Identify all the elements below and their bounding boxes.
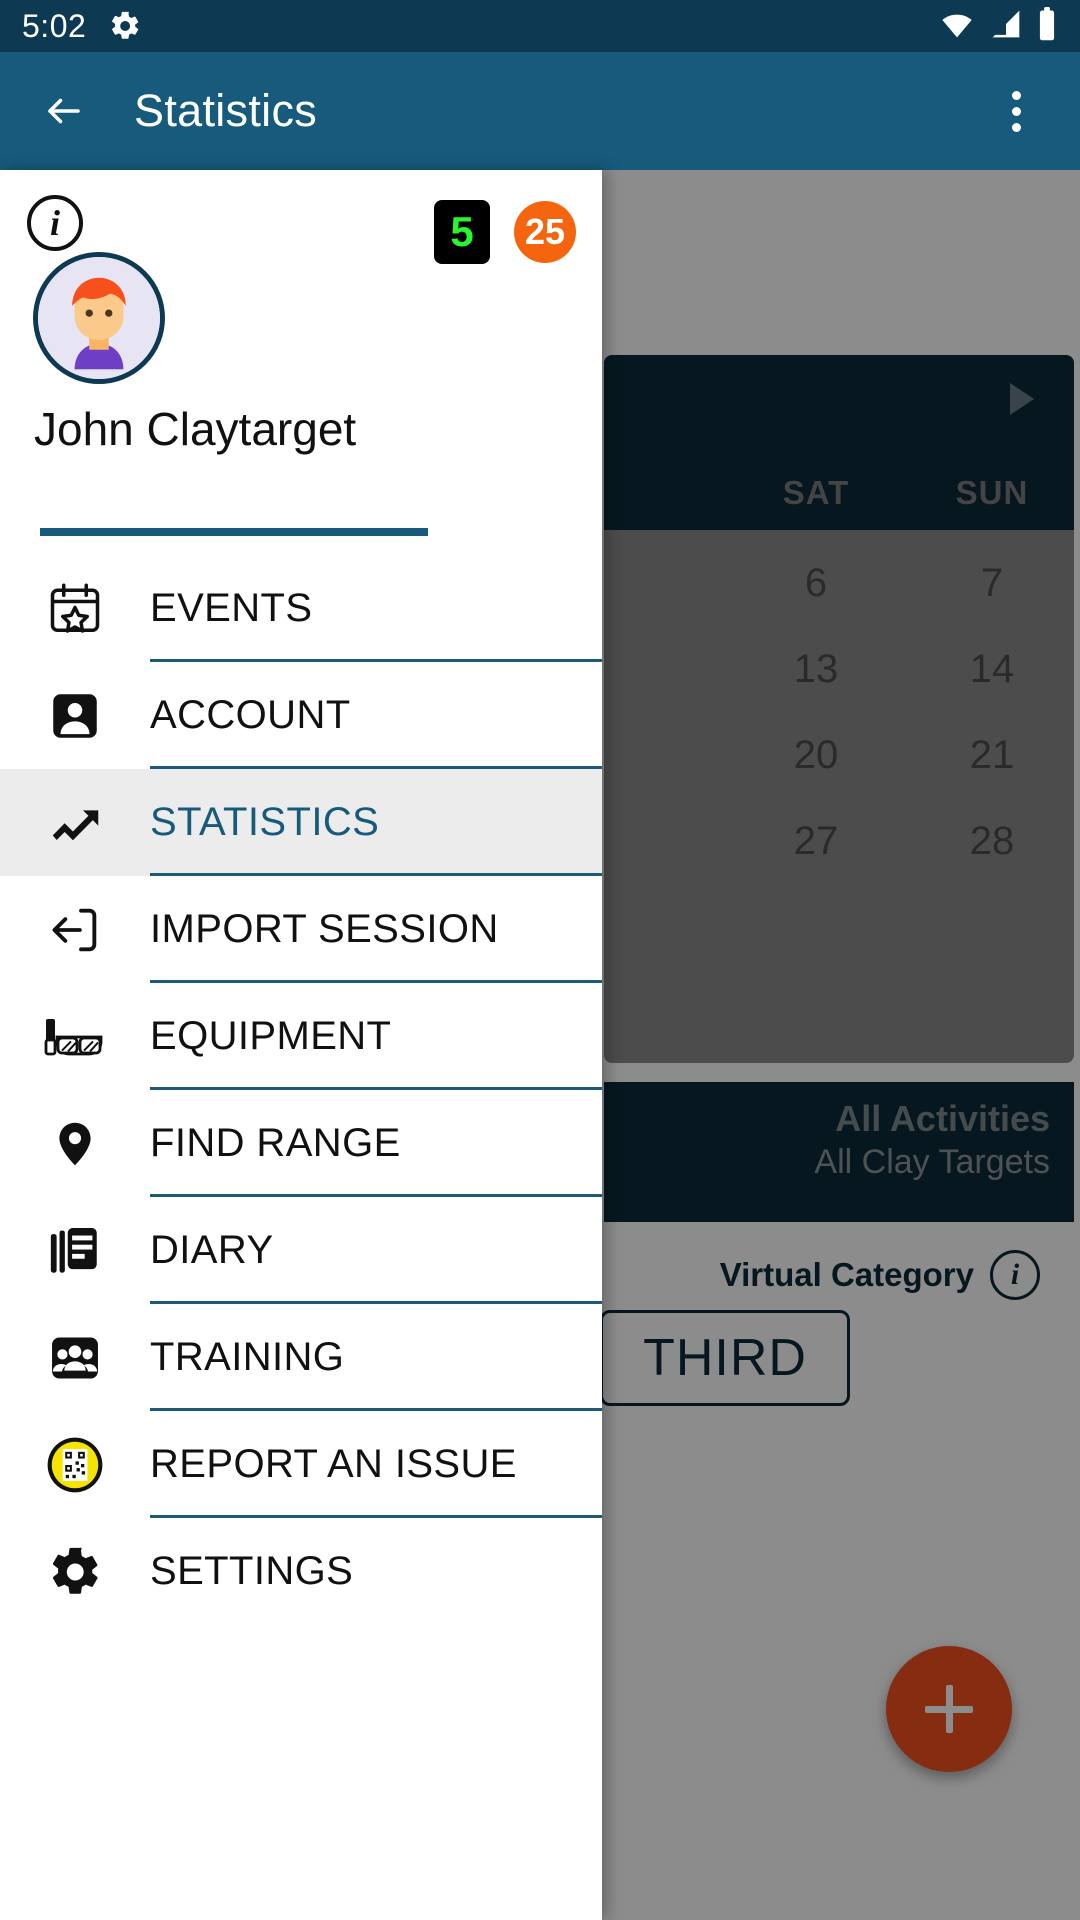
overflow-menu-icon[interactable] — [980, 75, 1052, 147]
gear-icon — [0, 1518, 150, 1625]
navigation-drawer: i 5 25 John Claytarget EVENTS ACCOUNT ST… — [0, 170, 602, 1920]
battery-icon — [1036, 6, 1058, 46]
drawer-item-label: FIND RANGE — [150, 1121, 401, 1165]
drawer-item-label: SETTINGS — [150, 1549, 354, 1593]
trending-up-icon — [0, 769, 150, 876]
import-arrow-icon — [0, 876, 150, 983]
drawer-item-label: DIARY — [150, 1228, 274, 1272]
gear-icon — [108, 9, 142, 43]
score-badge[interactable]: 5 — [434, 200, 490, 264]
app-bar: Statistics — [0, 52, 1080, 170]
status-bar-clock: 5:02 — [22, 7, 87, 44]
drawer-item-settings[interactable]: SETTINGS — [0, 1518, 602, 1625]
drawer-item-label: ACCOUNT — [150, 693, 351, 737]
back-arrow-icon[interactable] — [28, 75, 100, 147]
drawer-item-label: EVENTS — [150, 586, 313, 630]
drawer-item-label: IMPORT SESSION — [150, 907, 499, 951]
drawer-item-events[interactable]: EVENTS — [0, 555, 602, 662]
info-icon[interactable]: i — [27, 195, 83, 251]
map-pin-icon — [0, 1090, 150, 1197]
people-group-icon — [0, 1304, 150, 1411]
drawer-item-label: STATISTICS — [150, 800, 380, 844]
calendar-star-icon — [0, 555, 150, 662]
drawer-item-statistics[interactable]: STATISTICS — [0, 769, 602, 876]
drawer-item-import-session[interactable]: IMPORT SESSION — [0, 876, 602, 983]
drawer-item-label: TRAINING — [150, 1335, 345, 1379]
status-bar: 5:02 — [0, 0, 1080, 52]
drawer-item-label: EQUIPMENT — [150, 1014, 392, 1058]
avatar[interactable] — [33, 252, 165, 384]
safety-glasses-icon — [0, 983, 150, 1090]
page-title: Statistics — [134, 85, 318, 136]
cellular-signal-icon — [988, 8, 1024, 45]
drawer-item-diary[interactable]: DIARY — [0, 1197, 602, 1304]
qr-code-badge-icon — [0, 1411, 150, 1518]
status-bar-indicators — [938, 6, 1058, 46]
library-books-icon — [0, 1197, 150, 1304]
wifi-icon — [938, 8, 976, 45]
screen-root: SAT SUN 6 7 13 14 20 21 27 28 All Activi… — [0, 0, 1080, 1920]
drawer-item-account[interactable]: ACCOUNT — [0, 662, 602, 769]
count-badge[interactable]: 25 — [514, 201, 576, 263]
drawer-badges: 5 25 — [434, 200, 576, 264]
drawer-item-label: REPORT AN ISSUE — [150, 1442, 517, 1486]
drawer-item-training[interactable]: TRAINING — [0, 1304, 602, 1411]
drawer-item-find-range[interactable]: FIND RANGE — [0, 1090, 602, 1197]
drawer-menu-list: EVENTS ACCOUNT STATISTICS IMPORT SESSION… — [0, 555, 602, 1920]
drawer-header: i 5 25 John Claytarget — [0, 170, 602, 536]
drawer-item-report-an-issue[interactable]: REPORT AN ISSUE — [0, 1411, 602, 1518]
drawer-divider — [40, 528, 428, 536]
account-box-icon — [0, 662, 150, 769]
user-name: John Claytarget — [34, 403, 357, 455]
drawer-item-equipment[interactable]: EQUIPMENT — [0, 983, 602, 1090]
